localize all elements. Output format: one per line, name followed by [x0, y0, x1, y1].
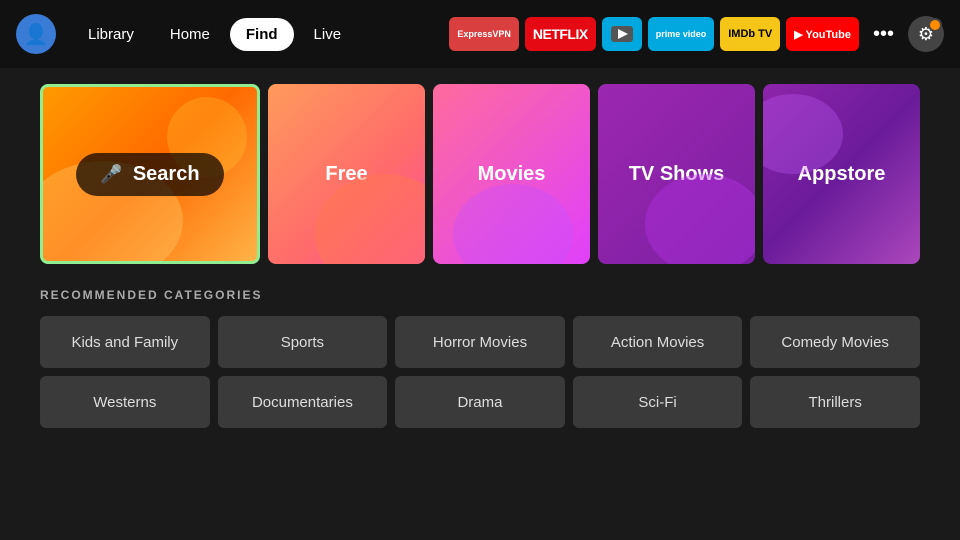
settings-button[interactable]: ⚙: [908, 16, 944, 52]
category-westerns[interactable]: Westerns: [40, 376, 210, 428]
movies-label: Movies: [478, 163, 546, 186]
avatar[interactable]: 👤: [16, 14, 56, 54]
categories-grid: Kids and Family Sports Horror Movies Act…: [40, 316, 920, 428]
category-documentaries[interactable]: Documentaries: [218, 376, 388, 428]
category-sci-fi[interactable]: Sci-Fi: [573, 376, 743, 428]
main-content: 🎤 Search Free Movies TV Shows Appstore R…: [0, 68, 960, 444]
prime-video-icon[interactable]: prime video: [648, 17, 715, 51]
category-action-movies[interactable]: Action Movies: [573, 316, 743, 368]
netflix-icon[interactable]: NETFLIX: [525, 17, 596, 51]
categories-row-2: Westerns Documentaries Drama Sci-Fi Thri…: [40, 376, 920, 428]
tvshows-tile[interactable]: TV Shows: [598, 84, 755, 264]
tiles-row: 🎤 Search Free Movies TV Shows Appstore: [40, 84, 920, 264]
free-tile[interactable]: Free: [268, 84, 425, 264]
expressvpn-icon[interactable]: ExpressVPN: [449, 17, 519, 51]
category-comedy-movies[interactable]: Comedy Movies: [750, 316, 920, 368]
search-label: Search: [133, 163, 200, 186]
search-button[interactable]: 🎤 Search: [76, 153, 223, 196]
appstore-tile[interactable]: Appstore: [763, 84, 920, 264]
header: 👤 Library Home Find Live ExpressVPN NETF…: [0, 0, 960, 68]
recommended-section: RECOMMENDED CATEGORIES Kids and Family S…: [40, 288, 920, 428]
section-title: RECOMMENDED CATEGORIES: [40, 288, 920, 302]
category-kids-family[interactable]: Kids and Family: [40, 316, 210, 368]
more-button[interactable]: •••: [865, 19, 902, 50]
gear-icon: ⚙: [918, 24, 934, 45]
movies-tile[interactable]: Movies: [433, 84, 590, 264]
avatar-icon: 👤: [24, 22, 49, 47]
microphone-icon: 🎤: [100, 164, 122, 185]
app-icons-bar: ExpressVPN NETFLIX prime video IMDb TV ▶…: [449, 16, 944, 52]
tvshows-label: TV Shows: [629, 163, 725, 186]
search-tile[interactable]: 🎤 Search: [40, 84, 260, 264]
category-sports[interactable]: Sports: [218, 316, 388, 368]
freevee-icon[interactable]: [602, 17, 642, 51]
nav-find[interactable]: Find: [230, 18, 294, 51]
nav-library[interactable]: Library: [72, 18, 150, 51]
category-thrillers[interactable]: Thrillers: [750, 376, 920, 428]
category-horror-movies[interactable]: Horror Movies: [395, 316, 565, 368]
imdb-icon[interactable]: IMDb TV: [720, 17, 780, 51]
appstore-label: Appstore: [798, 163, 886, 186]
nav-bar: Library Home Find Live: [72, 18, 357, 51]
category-drama[interactable]: Drama: [395, 376, 565, 428]
free-label: Free: [325, 163, 367, 186]
youtube-icon[interactable]: ▶ YouTube: [786, 17, 859, 51]
nav-home[interactable]: Home: [154, 18, 226, 51]
nav-live[interactable]: Live: [298, 18, 358, 51]
categories-row-1: Kids and Family Sports Horror Movies Act…: [40, 316, 920, 368]
